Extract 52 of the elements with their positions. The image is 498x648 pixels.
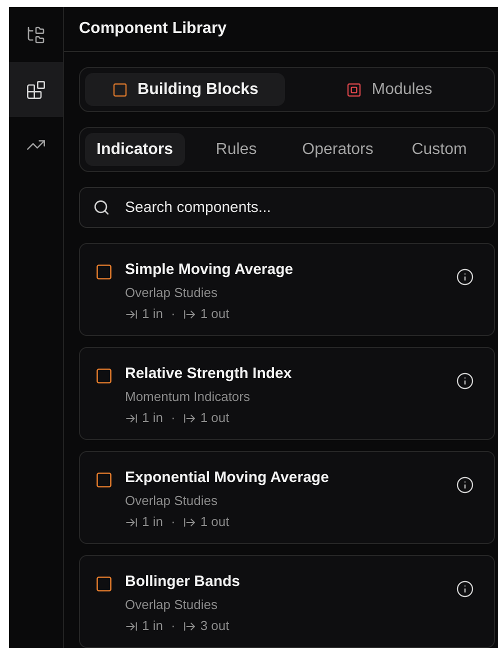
separator-dot: · bbox=[170, 409, 176, 427]
input-count: 1 in bbox=[142, 305, 163, 323]
segment-tab[interactable]: Building Blocks bbox=[85, 73, 285, 106]
input-arrow-icon bbox=[125, 620, 138, 632]
component-title: Exponential Moving Average bbox=[125, 468, 330, 488]
component-category: Overlap Studies bbox=[125, 492, 218, 510]
search-icon bbox=[93, 199, 110, 216]
input-count: 1 in bbox=[142, 513, 163, 531]
category-tab[interactable]: Indicators bbox=[85, 133, 184, 166]
output-arrow-icon bbox=[183, 412, 196, 424]
output-count: 1 out bbox=[200, 409, 230, 427]
input-arrow-icon bbox=[125, 412, 138, 424]
separator-dot: · bbox=[170, 617, 176, 635]
square-icon bbox=[95, 575, 113, 593]
component-card[interactable]: Simple Moving Average Overlap Studies 1 in · 1 out bbox=[79, 243, 495, 336]
component-title: Simple Moving Average bbox=[125, 260, 294, 280]
input-count: 1 in bbox=[142, 617, 163, 635]
component-card[interactable]: Exponential Moving Average Overlap Studies 1 in · 1 out bbox=[79, 451, 495, 544]
output-arrow-icon bbox=[183, 620, 196, 632]
square-icon bbox=[95, 263, 113, 281]
component-title: Relative Strength Index bbox=[125, 364, 293, 384]
category-tab[interactable]: Rules bbox=[186, 133, 286, 166]
component-card[interactable]: Relative Strength Index Momentum Indicators 1 in · 1 out bbox=[79, 347, 495, 440]
folder-tree-icon bbox=[26, 24, 46, 44]
panel-title: Component Library bbox=[79, 19, 227, 39]
input-count: 1 in bbox=[142, 409, 163, 427]
info-icon[interactable] bbox=[456, 476, 474, 494]
component-title: Bollinger Bands bbox=[125, 572, 242, 592]
info-icon[interactable] bbox=[456, 580, 474, 598]
square-icon bbox=[95, 367, 113, 385]
square-icon bbox=[95, 471, 113, 489]
input-arrow-icon bbox=[125, 516, 138, 528]
search-field[interactable]: Search components... bbox=[79, 187, 495, 228]
output-count: 1 out bbox=[200, 513, 230, 531]
segment-tab[interactable]: Modules bbox=[289, 73, 489, 106]
category-tab[interactable]: Operators bbox=[288, 133, 388, 166]
info-icon[interactable] bbox=[456, 268, 474, 286]
component-card[interactable]: Bollinger Bands Overlap Studies 1 in · 3 out bbox=[79, 555, 495, 648]
output-arrow-icon bbox=[183, 516, 196, 528]
component-category: Momentum Indicators bbox=[125, 388, 251, 406]
component-category: Overlap Studies bbox=[125, 596, 218, 614]
output-count: 1 out bbox=[200, 305, 230, 323]
input-arrow-icon bbox=[125, 308, 138, 320]
info-icon[interactable] bbox=[456, 372, 474, 390]
output-arrow-icon bbox=[183, 308, 196, 320]
component-category: Overlap Studies bbox=[125, 284, 218, 302]
separator-dot: · bbox=[170, 513, 176, 531]
category-tab[interactable]: Custom bbox=[390, 133, 489, 166]
sidebar-tab[interactable] bbox=[9, 62, 63, 117]
separator-dot: · bbox=[170, 305, 176, 323]
output-count: 3 out bbox=[200, 617, 230, 635]
blocks-icon bbox=[26, 80, 46, 100]
